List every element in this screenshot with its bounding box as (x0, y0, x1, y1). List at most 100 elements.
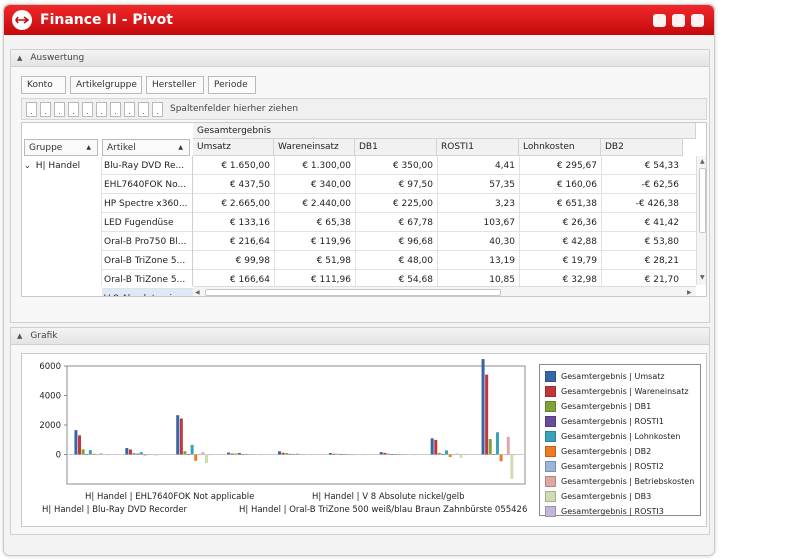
auswertung-header[interactable]: ▲ Auswertung (11, 50, 709, 67)
filter-field-hersteller[interactable]: Hersteller (146, 76, 204, 94)
pivot-cell[interactable]: € 48,00 (355, 251, 437, 270)
pivot-cell[interactable]: € 119,96 (274, 232, 355, 251)
minimize-button[interactable] (653, 13, 666, 27)
artikel-row-header[interactable]: Oral-B Pro750 Bl... (104, 232, 192, 251)
column-header[interactable]: Umsatz (193, 139, 274, 156)
horizontal-scroll-thumb[interactable] (205, 289, 501, 296)
group-row-header[interactable]: ⌄ H| Handel (24, 156, 100, 175)
y-tick-label: 0 (56, 451, 61, 461)
pivot-cell[interactable]: 3,23 (437, 194, 519, 213)
pivot-cell[interactable]: 103,67 (437, 213, 519, 232)
pivot-cell[interactable]: 40,30 (437, 232, 519, 251)
pivot-cell[interactable]: € 651,38 (519, 194, 601, 213)
bar (81, 449, 85, 455)
sort-ascending-icon[interactable]: ▲ (86, 144, 91, 151)
column-header[interactable]: DB1 (355, 139, 437, 156)
pivot-cell[interactable]: € 42,88 (519, 232, 601, 251)
expand-collapse-icon[interactable]: ⌄ (24, 161, 31, 170)
pivot-cell[interactable]: € 28,21 (601, 251, 683, 270)
bar (281, 452, 285, 455)
maximize-button[interactable] (672, 13, 685, 27)
artikel-row-header[interactable]: Blu-Ray DVD Re... (104, 156, 192, 175)
pivot-cell[interactable]: € 2.665,00 (193, 194, 274, 213)
pivot-cell[interactable]: € 97,50 (355, 175, 437, 194)
data-field-button[interactable]: . (54, 101, 65, 117)
pivot-cell[interactable]: € 53,80 (601, 232, 683, 251)
pivot-cell[interactable]: € 67,78 (355, 213, 437, 232)
pivot-cell[interactable]: € 2.440,00 (274, 194, 355, 213)
legend-item: Gesamtergebnis | Umsatz (545, 370, 665, 383)
pivot-cell[interactable]: 57,35 (437, 175, 519, 194)
scroll-up-icon[interactable]: ▲ (700, 158, 705, 165)
bar (445, 450, 449, 455)
data-field-button[interactable]: . (152, 101, 163, 117)
pivot-cell[interactable]: € 133,16 (193, 213, 274, 232)
pivot-cell[interactable]: € 160,06 (519, 175, 601, 194)
pivot-cell[interactable]: 13,19 (437, 251, 519, 270)
artikel-row-header[interactable]: Oral-B TriZone 5... (104, 251, 192, 270)
close-button[interactable] (691, 13, 704, 27)
column-header[interactable]: Lohnkosten (519, 139, 601, 156)
data-field-button[interactable]: . (110, 101, 121, 117)
vertical-scroll-thumb[interactable] (699, 168, 706, 233)
pivot-cell[interactable]: € 26,36 (519, 213, 601, 232)
row-field-artikel[interactable]: Artikel ▲ (102, 139, 190, 156)
pivot-cell[interactable]: 4,41 (437, 156, 519, 175)
filter-field-area: Konto Artikelgruppe Hersteller Periode (21, 76, 707, 96)
pivot-cell[interactable]: -€ 426,38 (601, 194, 683, 213)
pivot-cell[interactable]: € 54,33 (601, 156, 683, 175)
pivot-cell[interactable]: € 295,67 (519, 156, 601, 175)
pivot-cell[interactable]: € 99,98 (193, 251, 274, 270)
bar (354, 454, 358, 456)
data-field-button[interactable]: . (96, 101, 107, 117)
data-field-button[interactable]: . (138, 101, 149, 117)
data-field-button[interactable]: . (124, 101, 135, 117)
legend-label: Gesamtergebnis | DB2 (561, 447, 652, 456)
data-field-button[interactable]: . (40, 101, 51, 117)
scroll-down-icon[interactable]: ▼ (700, 274, 705, 281)
pivot-cell[interactable]: € 51,98 (274, 251, 355, 270)
pivot-cell[interactable]: € 340,00 (274, 175, 355, 194)
bar (361, 454, 365, 456)
pivot-cell[interactable]: € 19,79 (519, 251, 601, 270)
filter-field-artikelgruppe[interactable]: Artikelgruppe (70, 76, 142, 94)
artikel-row-header[interactable]: Oral-B TriZone 5... (104, 270, 192, 289)
artikel-row-header[interactable]: HP Spectre x360... (104, 194, 192, 213)
legend-item: Gesamtergebnis | Betriebskosten (545, 475, 694, 488)
pivot-cell[interactable]: € 1.650,00 (193, 156, 274, 175)
sort-ascending-icon[interactable]: ▲ (178, 144, 183, 151)
pivot-cell[interactable]: € 350,00 (355, 156, 437, 175)
artikel-row-header[interactable]: EHL7640FOK No... (104, 175, 192, 194)
horizontal-scrollbar[interactable]: ◀ ▶ (193, 286, 696, 296)
pivot-cell[interactable]: € 225,00 (355, 194, 437, 213)
column-divider (355, 156, 356, 286)
legend-label: Gesamtergebnis | DB1 (561, 402, 652, 411)
bar (513, 454, 517, 456)
legend-swatch (545, 506, 556, 517)
data-field-button[interactable]: . (82, 101, 93, 117)
pivot-cell[interactable]: € 216,64 (193, 232, 274, 251)
row-field-gruppe[interactable]: Gruppe ▲ (24, 139, 98, 156)
pivot-cell[interactable]: € 437,50 (193, 175, 274, 194)
scroll-right-icon[interactable]: ▶ (687, 289, 692, 296)
pivot-cell[interactable]: € 65,38 (274, 213, 355, 232)
collapse-chevron-icon[interactable]: ▲ (17, 54, 22, 62)
data-field-button[interactable]: . (68, 101, 79, 117)
pivot-cell[interactable]: € 96,68 (355, 232, 437, 251)
filter-field-periode[interactable]: Periode (208, 76, 256, 94)
artikel-row-header[interactable]: V 8 Absolute nic... (104, 289, 192, 297)
pivot-grid: Gruppe ▲ Artikel ▲ Gesamtergebnis Umsatz… (21, 122, 707, 297)
column-header[interactable]: DB2 (601, 139, 683, 156)
data-field-button[interactable]: . (26, 101, 37, 117)
pivot-cell[interactable]: € 41,42 (601, 213, 683, 232)
pivot-cell[interactable]: € 1.300,00 (274, 156, 355, 175)
filter-field-konto[interactable]: Konto (21, 76, 66, 94)
column-header[interactable]: Wareneinsatz (274, 139, 355, 156)
vertical-scrollbar[interactable]: ▲ ▼ (696, 156, 706, 285)
artikel-row-header[interactable]: LED Fugendüse (104, 213, 192, 232)
pivot-cell[interactable]: -€ 62,56 (601, 175, 683, 194)
column-header[interactable]: ROSTI1 (437, 139, 519, 156)
grafik-header[interactable]: ▲ Grafik (11, 328, 709, 345)
collapse-chevron-icon[interactable]: ▲ (17, 332, 22, 340)
scroll-left-icon[interactable]: ◀ (195, 289, 200, 296)
